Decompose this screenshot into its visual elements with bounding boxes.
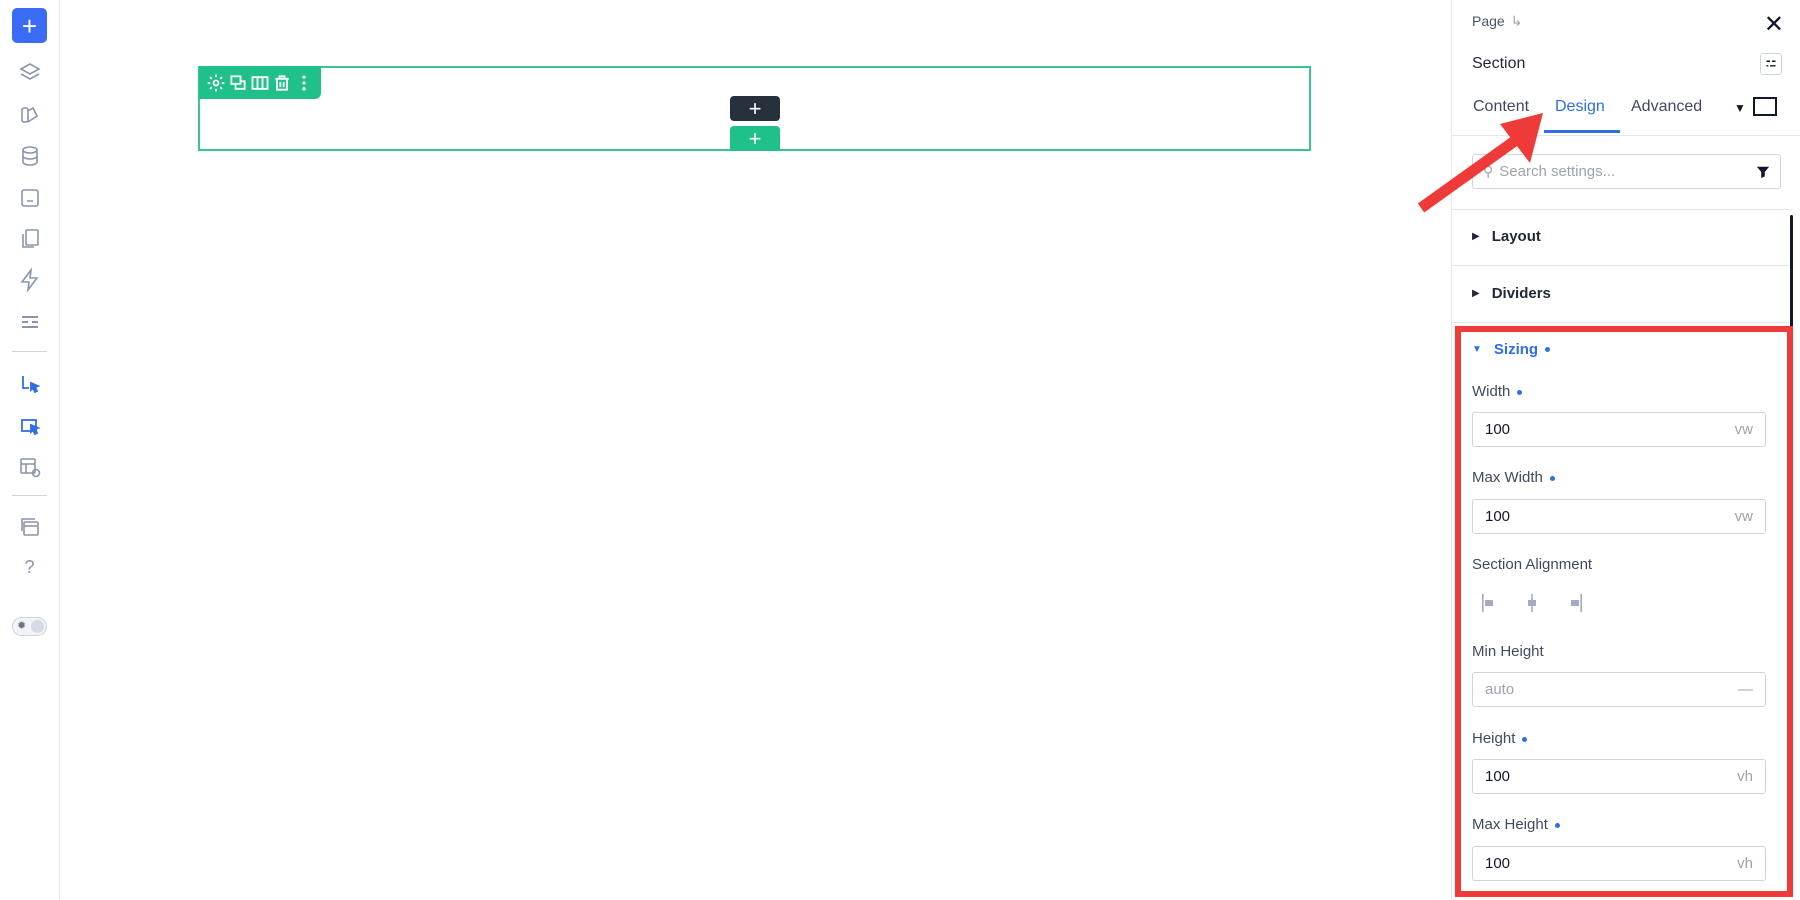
max-height-label: Max Height [1472, 816, 1560, 833]
add-element-button[interactable]: + [12, 8, 47, 43]
interactions-icon[interactable] [12, 262, 47, 297]
min-height-label: Min Height [1472, 643, 1544, 660]
active-tab-indicator [1544, 130, 1620, 133]
theme-toggle[interactable]: ✹ [12, 617, 47, 636]
properties-panel: Page ↳ ✕ Section Content Design Advanced … [1451, 0, 1800, 900]
max-width-unit[interactable]: vw [1735, 508, 1753, 525]
pages-icon[interactable] [12, 221, 47, 256]
select-parent-icon[interactable] [12, 407, 47, 442]
return-arrow-icon: ↳ [1510, 13, 1523, 29]
accordion-sizing[interactable]: ▼ Sizing [1472, 341, 1551, 358]
sun-icon: ✹ [17, 620, 27, 632]
width-input[interactable]: 100 vw [1472, 412, 1766, 447]
select-element-icon[interactable] [12, 366, 47, 401]
min-height-unit[interactable]: — [1738, 681, 1753, 698]
filter-icon[interactable] [1756, 165, 1770, 179]
close-panel-button[interactable]: ✕ [1764, 10, 1784, 39]
panel-tabs: Content Design Advanced [1452, 90, 1800, 136]
element-title: Section [1472, 55, 1526, 72]
settings-search: ⚲ [1472, 154, 1781, 189]
align-left-icon[interactable] [1480, 592, 1500, 614]
preview-icon[interactable] [12, 449, 47, 484]
caret-right-icon: ▶ [1472, 288, 1480, 299]
alignment-buttons [1480, 592, 1584, 614]
database-icon[interactable] [12, 138, 47, 173]
panel-scrollbar[interactable] [1790, 215, 1793, 710]
max-height-unit[interactable]: vh [1737, 855, 1753, 872]
section-alignment-label: Section Alignment [1472, 556, 1593, 573]
align-center-icon[interactable] [1522, 592, 1542, 614]
max-height-input[interactable]: 100 vh [1472, 846, 1766, 881]
element-settings-icon[interactable] [1760, 53, 1782, 75]
tab-design[interactable]: Design [1555, 98, 1605, 128]
windows-icon[interactable] [12, 509, 47, 544]
add-inside-button[interactable]: + [730, 96, 780, 121]
modified-dot [1545, 347, 1551, 352]
settings-gear-icon[interactable] [206, 73, 226, 93]
section-toolbar [199, 66, 321, 99]
help-icon[interactable]: ? [12, 550, 47, 585]
max-width-label: Max Width [1472, 469, 1555, 486]
settings-list-icon[interactable] [12, 304, 47, 339]
height-input[interactable]: 100 vh [1472, 759, 1766, 794]
width-label: Width [1472, 383, 1523, 400]
add-section-below-button[interactable]: + [730, 126, 780, 151]
viewport-frame-icon[interactable] [1753, 97, 1777, 116]
caret-down-icon[interactable]: ▼ [1734, 101, 1746, 115]
height-label: Height [1472, 730, 1528, 747]
styles-icon[interactable] [12, 97, 47, 132]
width-unit[interactable]: vw [1735, 421, 1753, 438]
max-width-input[interactable]: 100 vw [1472, 499, 1766, 534]
layers-icon[interactable] [12, 55, 47, 90]
search-icon: ⚲ [1483, 163, 1494, 179]
height-unit[interactable]: vh [1737, 768, 1753, 785]
left-toolbar: + ? ✹ [0, 0, 60, 900]
min-height-input[interactable]: auto — [1472, 672, 1766, 707]
breadcrumb[interactable]: Page ↳ [1472, 13, 1522, 30]
tab-advanced[interactable]: Advanced [1631, 98, 1702, 128]
columns-icon[interactable] [250, 73, 270, 93]
caret-down-icon: ▼ [1472, 344, 1482, 355]
caret-right-icon: ▶ [1472, 231, 1480, 242]
templates-icon[interactable] [12, 180, 47, 215]
search-input[interactable] [1499, 163, 1756, 180]
accordion-layout[interactable]: ▶ Layout [1472, 228, 1541, 245]
trash-icon[interactable] [272, 73, 292, 93]
align-right-icon[interactable] [1564, 592, 1584, 614]
more-vertical-icon[interactable] [294, 73, 314, 93]
accordion-dividers[interactable]: ▶ Dividers [1472, 285, 1551, 302]
tab-content[interactable]: Content [1473, 98, 1529, 128]
duplicate-icon[interactable] [228, 73, 248, 93]
